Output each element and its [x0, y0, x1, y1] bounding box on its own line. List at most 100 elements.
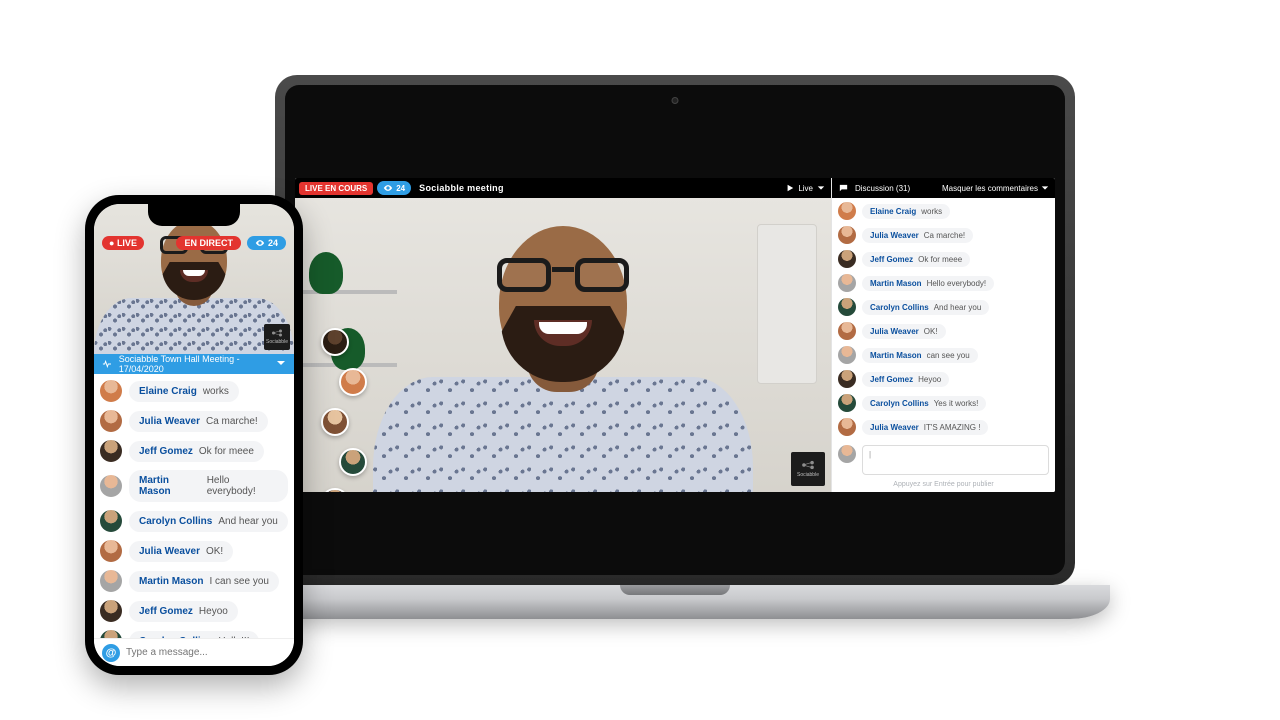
- avatar: [838, 394, 856, 412]
- chat-hint: Appuyez sur Entrée pour publier: [832, 479, 1055, 492]
- chat-bubble: Carolyn Collins And hear you: [129, 511, 288, 532]
- presenter-video: [373, 212, 753, 492]
- chat-bubble: Martin Mason Hello everybody!: [129, 470, 288, 502]
- chat-author: Julia Weaver: [870, 423, 919, 432]
- chat-row: Julia Weaver Ca marche!: [100, 410, 288, 432]
- participant-avatar[interactable]: [321, 328, 349, 356]
- chat-bubble: Martin Mason I can see you: [129, 571, 279, 592]
- participant-avatar[interactable]: [339, 448, 367, 476]
- chat-row: Carolyn Collins Hello!!!: [100, 630, 288, 638]
- chat-author: Elaine Craig: [870, 207, 916, 216]
- phone-chat-input[interactable]: [126, 647, 286, 658]
- phone-screen: ● LIVE EN DIRECT 24 Sociabble Sociabble …: [94, 204, 294, 666]
- chat-icon: [838, 183, 849, 194]
- chat-row: Julia Weaver OK!: [838, 322, 1049, 340]
- avatar: [100, 380, 122, 402]
- chat-input[interactable]: |: [862, 445, 1049, 475]
- chat-text: OK!: [924, 327, 938, 336]
- chat-row: Julia Weaver OK!: [100, 540, 288, 562]
- video-pane[interactable]: LIVE EN COURS 24 Sociabble meeting Live: [295, 178, 831, 492]
- avatar: [100, 410, 122, 432]
- chat-bubble: Julia Weaver Ca marche!: [862, 228, 973, 243]
- eye-icon: [383, 183, 393, 193]
- views-badge: 24: [247, 236, 286, 250]
- direct-badge: EN DIRECT: [176, 236, 241, 250]
- chat-bubble: Carolyn Collins Hello!!!: [129, 631, 259, 639]
- avatar: [100, 570, 122, 592]
- avatar: [838, 445, 856, 463]
- chat-header: Discussion (31) Masquer les commentaires: [832, 178, 1055, 198]
- chat-text: Heyoo: [918, 375, 941, 384]
- phone-chat-list[interactable]: Elaine Craig works Julia Weaver Ca march…: [94, 374, 294, 638]
- avatar: [100, 440, 122, 462]
- chat-author: Julia Weaver: [139, 546, 200, 557]
- chat-row: Carolyn Collins And hear you: [100, 510, 288, 532]
- participant-avatar[interactable]: [321, 488, 349, 492]
- avatar: [838, 298, 856, 316]
- chat-author: Jeff Gomez: [870, 255, 913, 264]
- chat-row: Julia Weaver IT'S AMAZING !: [838, 418, 1049, 436]
- live-badge: LIVE EN COURS: [299, 182, 373, 195]
- chat-author: Julia Weaver: [870, 327, 919, 336]
- chat-bubble: Jeff Gomez Ok for meee: [862, 252, 970, 267]
- chat-text: Ca marche!: [924, 231, 965, 240]
- participant-avatar[interactable]: [339, 368, 367, 396]
- chat-bubble: Julia Weaver Ca marche!: [129, 411, 268, 432]
- chat-row: Jeff Gomez Ok for meee: [838, 250, 1049, 268]
- camera-icon: [672, 97, 679, 104]
- phone-video-pane[interactable]: ● LIVE EN DIRECT 24 Sociabble: [94, 204, 294, 354]
- phone-badge-bar: ● LIVE EN DIRECT 24: [102, 236, 286, 250]
- chat-bubble: Jeff Gomez Ok for meee: [129, 441, 264, 462]
- chat-text: Ca marche!: [206, 416, 258, 427]
- avatar: [100, 540, 122, 562]
- laptop-hinge-notch: [620, 585, 730, 595]
- laptop-mockup: LIVE EN COURS 24 Sociabble meeting Live: [275, 75, 1075, 630]
- chat-bubble: Jeff Gomez Heyoo: [129, 601, 238, 622]
- chat-row: Elaine Craig works: [100, 380, 288, 402]
- participant-avatar[interactable]: [321, 408, 349, 436]
- play-live-button[interactable]: Live: [780, 184, 831, 193]
- chat-text: And hear you: [218, 516, 278, 527]
- chat-text: works: [921, 207, 942, 216]
- chat-text: works: [203, 386, 229, 397]
- bg-fixture: [757, 224, 817, 384]
- chat-text: can see you: [927, 351, 970, 360]
- chat-text: IT'S AMAZING !: [924, 423, 981, 432]
- chat-bubble: Elaine Craig works: [129, 381, 239, 402]
- chat-row: Martin Mason Hello everybody!: [100, 470, 288, 502]
- avatar: [838, 202, 856, 220]
- chat-author: Jeff Gomez: [139, 446, 193, 457]
- chat-text: I can see you: [209, 576, 268, 587]
- hide-comments-button[interactable]: Masquer les commentaires: [942, 184, 1049, 193]
- chat-text: Hello everybody!: [207, 475, 278, 497]
- share-icon: [801, 460, 815, 470]
- avatar: [838, 274, 856, 292]
- pulse-icon: [102, 359, 113, 369]
- accordion-title: Sociabble Town Hall Meeting - 17/04/2020: [119, 354, 270, 374]
- chat-list[interactable]: Elaine Craig works Julia Weaver Ca march…: [832, 198, 1055, 441]
- laptop-base: [240, 585, 1110, 619]
- avatar: [100, 475, 122, 497]
- chat-bubble: Martin Mason Hello everybody!: [862, 276, 994, 291]
- bg-plant: [309, 252, 343, 294]
- laptop-bezel: LIVE EN COURS 24 Sociabble meeting Live: [285, 85, 1065, 575]
- chat-bubble: Carolyn Collins And hear you: [862, 300, 989, 315]
- chat-row: Martin Mason I can see you: [100, 570, 288, 592]
- chat-text: Heyoo: [199, 606, 228, 617]
- chat-text: Ok for meee: [199, 446, 254, 457]
- phone-notch: [148, 204, 240, 226]
- chat-bubble: Carolyn Collins Yes it works!: [862, 396, 986, 411]
- avatar: [838, 322, 856, 340]
- chat-bubble: Martin Mason can see you: [862, 348, 978, 363]
- chat-row: Jeff Gomez Ok for meee: [100, 440, 288, 462]
- brand-watermark: Sociabble: [791, 452, 825, 486]
- participant-avatars: [321, 328, 367, 492]
- chat-author: Martin Mason: [870, 351, 922, 360]
- chat-row: Julia Weaver Ca marche!: [838, 226, 1049, 244]
- mention-icon[interactable]: @: [102, 644, 120, 662]
- chat-row: Jeff Gomez Heyoo: [100, 600, 288, 622]
- chat-author: Martin Mason: [139, 576, 203, 587]
- meeting-accordion[interactable]: Sociabble Town Hall Meeting - 17/04/2020: [94, 354, 294, 374]
- avatar: [100, 510, 122, 532]
- chat-text: And hear you: [934, 303, 982, 312]
